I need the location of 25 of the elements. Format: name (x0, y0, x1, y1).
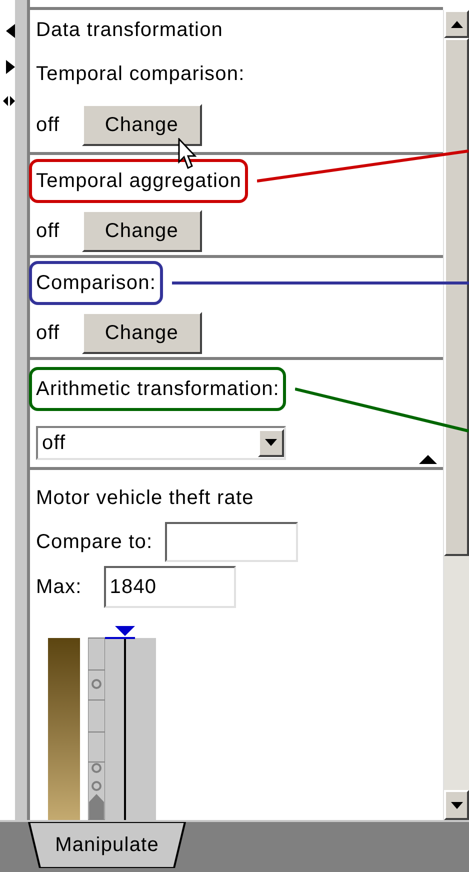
cursor-icon (178, 138, 198, 170)
collapse-icon[interactable] (419, 455, 437, 464)
field-label: Compare to: (36, 532, 153, 552)
resize-icon[interactable] (3, 96, 15, 106)
status-value: off (36, 220, 60, 240)
highlighted-label: Arithmetic transformation: (29, 367, 286, 412)
variable-title: Motor vehicle theft rate (36, 488, 255, 508)
caret-icon (265, 439, 277, 446)
field-label: Max: (36, 577, 82, 597)
input-field[interactable]: 1840 (104, 566, 236, 608)
scroll-up-icon (450, 20, 462, 28)
input-field[interactable] (164, 522, 298, 562)
highlighted-label: Comparison: (29, 261, 163, 306)
tab[interactable]: Manipulate (28, 822, 186, 868)
status-value: off (36, 322, 60, 343)
option-label: Temporal comparison: (35, 62, 246, 87)
scroll-down-icon (450, 802, 462, 808)
change-button[interactable]: Change (82, 210, 202, 252)
section-title: Data transformation (36, 18, 224, 43)
status-value: off (36, 115, 60, 136)
change-button[interactable]: Change (82, 312, 202, 354)
change-button[interactable]: Change (82, 104, 202, 146)
highlighted-label: Temporal aggregation (29, 158, 248, 202)
dropdown[interactable]: off (36, 426, 286, 460)
scrollbar[interactable] (443, 10, 469, 820)
